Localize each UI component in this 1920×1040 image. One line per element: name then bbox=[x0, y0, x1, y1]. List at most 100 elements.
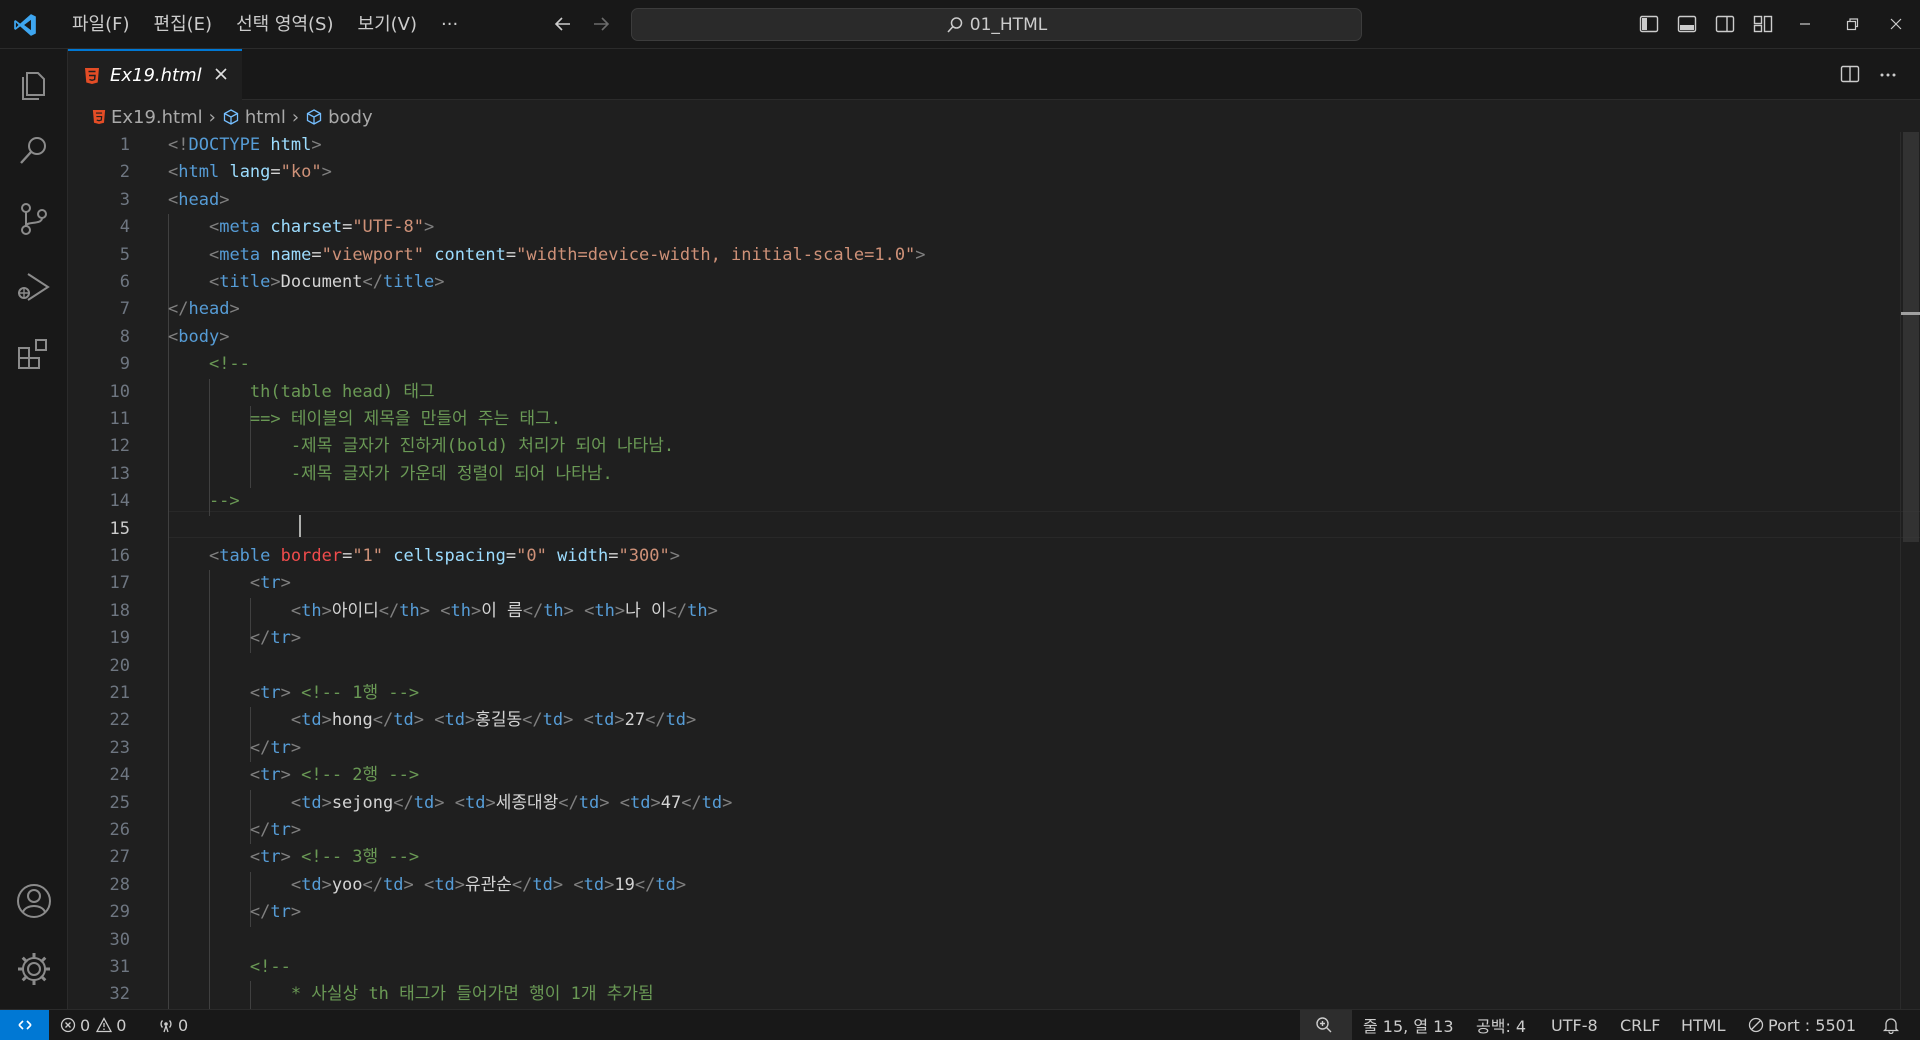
toggle-secondary-sidebar-icon[interactable] bbox=[1715, 14, 1735, 34]
search-view-icon[interactable] bbox=[14, 131, 54, 171]
source-control-icon[interactable] bbox=[14, 199, 54, 239]
cursor-position[interactable]: 줄 15, 열 13 bbox=[1363, 1010, 1454, 1040]
command-center-search[interactable]: 01_HTML bbox=[631, 8, 1362, 41]
scrollbar-thumb[interactable] bbox=[1903, 132, 1919, 542]
more-actions-icon[interactable] bbox=[1878, 64, 1898, 84]
code-token: <!-- bbox=[208, 354, 250, 375]
code-token: > bbox=[563, 600, 574, 621]
code-token: > bbox=[434, 792, 445, 813]
code-token: td bbox=[413, 792, 435, 813]
code-token: meta bbox=[219, 244, 261, 265]
close-window-icon[interactable] bbox=[1886, 14, 1906, 34]
code-token: > bbox=[290, 628, 302, 649]
code-token: > bbox=[219, 326, 230, 347]
code-token: < bbox=[249, 683, 261, 703]
restore-icon[interactable] bbox=[1842, 14, 1862, 34]
line-code: <th>아이디</th> <th>이 름</th> <th>나 이</th> bbox=[168, 598, 718, 625]
code-token: > bbox=[321, 162, 332, 183]
line-code: </tr> bbox=[168, 625, 301, 652]
code-token: > bbox=[311, 135, 322, 155]
settings-gear-icon[interactable] bbox=[14, 949, 54, 989]
code-token: > bbox=[280, 573, 291, 594]
ports-count: 0 bbox=[178, 1015, 189, 1035]
code-token: > bbox=[669, 546, 680, 566]
code-token: > bbox=[270, 272, 281, 292]
notifications-bell-icon[interactable] bbox=[1882, 1016, 1900, 1034]
menu-more[interactable]: ··· bbox=[429, 0, 470, 49]
live-server-port[interactable]: Port : 5501 bbox=[1748, 1010, 1856, 1040]
line-code: </tr> bbox=[168, 899, 301, 926]
code-editor[interactable]: 1 <!DOCTYPE html> 2 <html lang="ko"> 3 <head>… bbox=[68, 132, 1920, 1009]
close-tab-icon[interactable] bbox=[212, 65, 230, 83]
remote-indicator-button[interactable] bbox=[0, 1010, 49, 1040]
code-token: td bbox=[434, 874, 455, 895]
code-line: 20 bbox=[68, 653, 1868, 680]
explorer-icon[interactable] bbox=[14, 64, 54, 104]
editor-scrollbar[interactable] bbox=[1900, 132, 1920, 1009]
breadcrumb-body-label: body bbox=[328, 106, 373, 128]
customize-layout-icon[interactable] bbox=[1753, 14, 1773, 34]
tab-ex19-html[interactable]: Ex19.html bbox=[68, 49, 242, 100]
breadcrumb-file[interactable]: Ex19.html bbox=[92, 107, 203, 128]
split-editor-icon[interactable] bbox=[1840, 64, 1860, 84]
code-line: 16 <table border="1" cellspacing="0" wid… bbox=[68, 543, 1868, 570]
ports-button[interactable]: 0 bbox=[158, 1010, 188, 1040]
line-code: <html lang="ko"> bbox=[168, 159, 332, 186]
menu-view[interactable]: 보기(V) bbox=[346, 0, 429, 49]
forward-arrow-icon[interactable] bbox=[590, 13, 612, 35]
menu-file[interactable]: 파일(F) bbox=[60, 0, 142, 49]
line-ending[interactable]: CRLF bbox=[1620, 1010, 1660, 1040]
line-number: 10 bbox=[109, 381, 130, 402]
breadcrumb-html[interactable]: html bbox=[222, 107, 286, 128]
code-token: </ bbox=[666, 600, 688, 621]
zoom-button[interactable] bbox=[1300, 1010, 1352, 1040]
code-token: </ bbox=[681, 792, 702, 813]
code-token: meta bbox=[219, 217, 261, 238]
line-number: 17 bbox=[109, 573, 130, 594]
code-token: -제목 글자가 가운데 정렬이 되어 나타남. bbox=[168, 463, 613, 484]
code-token: td bbox=[655, 874, 676, 895]
code-token: yoo bbox=[331, 874, 363, 895]
code-token: td bbox=[301, 874, 322, 895]
toggle-primary-sidebar-icon[interactable] bbox=[1639, 14, 1659, 34]
code-token: < bbox=[208, 546, 220, 566]
code-token: > bbox=[280, 847, 291, 868]
line-number: 21 bbox=[109, 683, 130, 703]
line-code: ==> 테이블의 제목을 만들어 주는 태그. bbox=[168, 406, 561, 433]
toggle-panel-icon[interactable] bbox=[1677, 14, 1697, 34]
breadcrumb-body[interactable]: body bbox=[305, 107, 373, 128]
broadcast-icon bbox=[160, 1020, 172, 1033]
code-token: th bbox=[399, 600, 420, 621]
code-line: 4 <meta charset="UTF-8"> bbox=[68, 214, 1868, 241]
encoding[interactable]: UTF-8 bbox=[1551, 1010, 1598, 1040]
line-code: <tr> <!-- 1행 --> bbox=[168, 680, 419, 707]
code-token: 아이디 bbox=[331, 600, 379, 621]
code-token: sejong bbox=[331, 792, 394, 813]
accounts-icon[interactable] bbox=[14, 881, 54, 921]
menu-selection[interactable]: 선택 영역(S) bbox=[224, 0, 345, 49]
line-number: 11 bbox=[109, 409, 130, 429]
back-arrow-icon[interactable] bbox=[552, 13, 574, 35]
code-token: td bbox=[578, 792, 600, 813]
code-token: > bbox=[403, 874, 414, 895]
html-file-icon bbox=[92, 110, 106, 124]
code-token: < bbox=[290, 600, 302, 621]
command-center-label: 01_HTML bbox=[969, 14, 1048, 35]
menu-edit[interactable]: 편집(E) bbox=[142, 0, 225, 49]
extensions-icon[interactable] bbox=[14, 335, 54, 375]
line-number: 27 bbox=[109, 847, 130, 868]
indentation[interactable]: 공백: 4 bbox=[1476, 1010, 1526, 1040]
code-token: < bbox=[208, 272, 220, 292]
problems-button[interactable]: 0 0 bbox=[60, 1010, 126, 1040]
minimize-icon[interactable] bbox=[1795, 14, 1815, 34]
language-mode[interactable]: HTML bbox=[1681, 1010, 1726, 1040]
run-debug-icon[interactable] bbox=[14, 267, 54, 307]
